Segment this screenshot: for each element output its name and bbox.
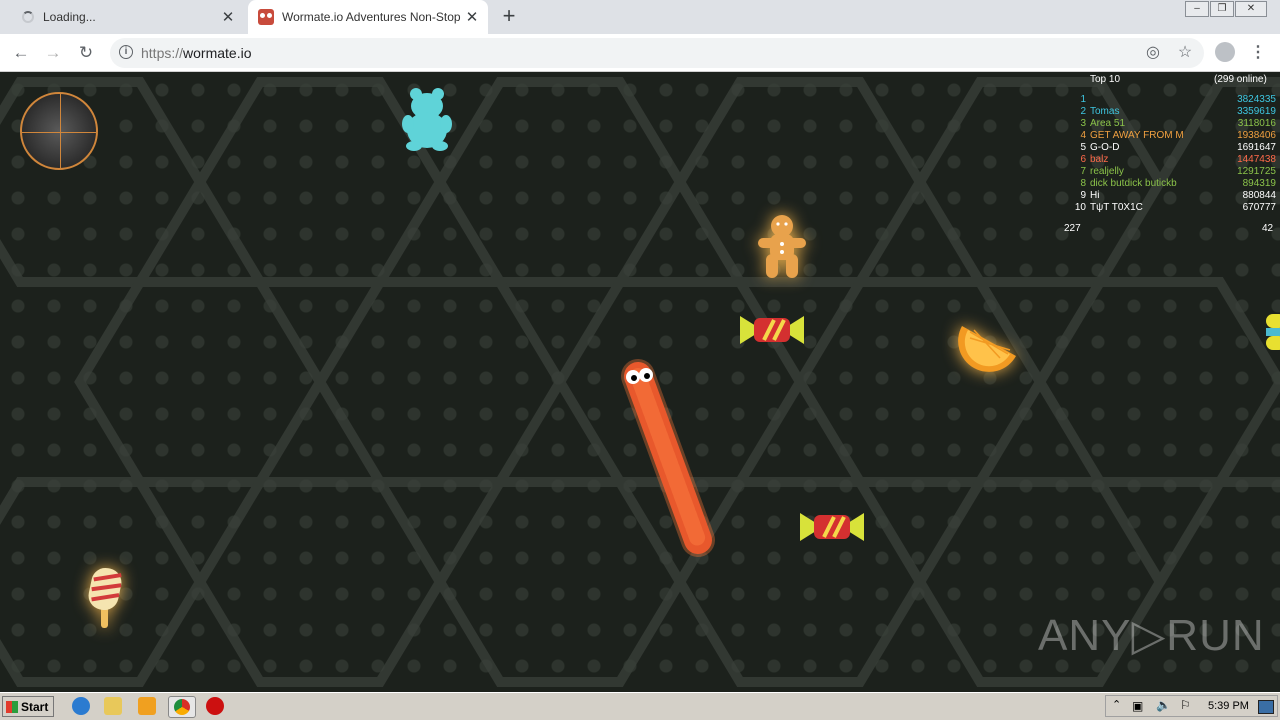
new-tab-button[interactable]: + [498, 5, 520, 27]
show-desktop-icon[interactable] [1258, 700, 1274, 714]
leaderboard-rank: 1 [1080, 94, 1086, 105]
tab-close-icon[interactable]: ✕ [462, 8, 482, 26]
leaderboard-score: 1291725 [1237, 166, 1276, 177]
chrome-icon [174, 699, 190, 715]
leaderboard-score: 670777 [1242, 202, 1276, 213]
leaderboard-name: G-O-D [1090, 142, 1120, 153]
tab-strip: Loading... ✕ Wormate.io Adventures Non-S… [0, 0, 1280, 34]
volume-icon[interactable]: 🔈 [1156, 698, 1171, 712]
windows-logo-icon [6, 701, 18, 713]
url-text[interactable]: https://wormate.io [141, 45, 252, 61]
system-tray: ⌃ ▣ 🔈 ⚐ [1105, 695, 1278, 717]
leaderboard-name: balz [1090, 154, 1109, 165]
address-bar[interactable]: i https://wormate.io ◎ ☆ [110, 38, 1204, 68]
leaderboard-rank: 2 [1080, 106, 1086, 117]
location-icon[interactable]: ◎ [1143, 43, 1163, 63]
action-center-flag-icon[interactable]: ⚐ [1180, 698, 1191, 712]
player-worm [621, 359, 715, 557]
leaderboard-name: TψT T0X1C [1090, 202, 1143, 213]
tab-title: Wormate.io Adventures Non-Stop [282, 10, 461, 24]
wormate-favicon-icon [258, 9, 274, 25]
profile-avatar-icon[interactable] [1215, 42, 1235, 62]
file-explorer-icon[interactable] [104, 697, 122, 715]
leaderboard-row: 10 TψT T0X1C 670777 [1070, 202, 1278, 214]
wrapped-candy-food-icon [800, 513, 864, 541]
network-icon[interactable]: ▣ [1132, 699, 1143, 713]
leaderboard-score: 1938406 [1237, 130, 1276, 141]
leaderboard-row: 8 dick butdick butickb 894319 [1070, 178, 1278, 190]
leaderboard-score: 3824335 [1237, 94, 1276, 105]
leaderboard-rank: 10 [1074, 202, 1086, 213]
reload-button[interactable]: ↻ [75, 42, 97, 64]
loading-spinner-icon [22, 11, 34, 23]
leaderboard-row: 4 GET AWAY FROM M 1938406 [1070, 130, 1278, 142]
leaderboard-row: 5 G-O-D 1691647 [1070, 142, 1278, 154]
leaderboard-rank: 3 [1080, 118, 1086, 129]
media-player-icon[interactable] [138, 697, 156, 715]
leaderboard-score: 3118016 [1237, 118, 1276, 129]
leaderboard-row: 7 realjelly 1291725 [1070, 166, 1278, 178]
restore-button[interactable]: ❐ [1210, 1, 1234, 17]
leaderboard-rank: 5 [1080, 142, 1086, 153]
leaderboard-name: Tomas [1090, 106, 1120, 117]
tab-wormate[interactable]: Wormate.io Adventures Non-Stop ✕ [248, 0, 488, 34]
minimize-button[interactable]: – [1185, 1, 1209, 17]
online-count: (299 online) [1214, 74, 1267, 85]
leaderboard-row: 2 Tomas 3359619 [1070, 106, 1278, 118]
tab-close-icon[interactable]: ✕ [218, 8, 238, 26]
windows-taskbar: Start ⌃ ▣ 🔈 ⚐ 5:39 PM [0, 692, 1280, 720]
leaderboard-rank: 4 [1080, 130, 1086, 141]
internet-explorer-icon[interactable] [72, 697, 90, 715]
leaderboard-row: 9 Hi 880844 [1070, 190, 1278, 202]
stop-icon[interactable] [206, 697, 224, 715]
player-rank: 227 [1064, 223, 1081, 234]
tab-loading[interactable]: Loading... ✕ [8, 0, 244, 34]
orange-slice-food-icon [958, 326, 1016, 372]
popsicle-food-icon [88, 567, 122, 628]
clock: 5:39 PM [1208, 700, 1249, 712]
menu-kebab-icon[interactable]: ⋮ [1250, 42, 1266, 64]
tab-title: Loading... [43, 10, 96, 24]
leaderboard-rank: 6 [1080, 154, 1086, 165]
player-score: 42 [1262, 223, 1274, 234]
leaderboard-name: Hi [1090, 190, 1100, 201]
leaderboard-score: 1447438 [1237, 154, 1276, 165]
leaderboard-rank: 8 [1080, 178, 1086, 189]
back-button[interactable]: ← [10, 42, 32, 64]
forward-button[interactable]: → [42, 42, 64, 64]
browser-toolbar: ← → ↻ i https://wormate.io ◎ ☆ ⋮ [0, 34, 1280, 72]
leaderboard-name: Area 51 [1090, 118, 1126, 129]
macaron-food-icon [1266, 314, 1280, 350]
leaderboard-name: GET AWAY FROM M [1090, 130, 1184, 141]
leaderboard-row: 1 3824335 [1070, 94, 1278, 106]
leaderboard-rank: 7 [1080, 166, 1086, 177]
leaderboard-score: 894319 [1242, 178, 1276, 189]
leaderboard-name: realjelly [1090, 166, 1124, 177]
chrome-taskbar-button[interactable] [168, 696, 196, 718]
anyrun-watermark: ANY▷RUN [1038, 611, 1265, 660]
gingerbread-food-icon [758, 215, 806, 278]
minimap [20, 92, 98, 170]
game-canvas[interactable]: Top 10 (299 online) 1 3824335 2 Tomas 335961… [0, 72, 1280, 692]
gummy-bear-food-icon [402, 88, 452, 151]
info-icon[interactable]: i [119, 45, 133, 59]
bookmark-star-icon[interactable]: ☆ [1175, 43, 1195, 63]
leaderboard-score: 1691647 [1237, 142, 1276, 153]
leaderboard-rank: 9 [1080, 190, 1086, 201]
start-button[interactable]: Start [2, 696, 54, 717]
leaderboard-row: 3 Area 51 3118016 [1070, 118, 1278, 130]
tray-expand-icon[interactable]: ⌃ [1112, 698, 1121, 711]
leaderboard-name: dick butdick butickb [1090, 178, 1177, 189]
close-window-button[interactable]: ✕ [1235, 1, 1267, 17]
leaderboard-row: 6 balz 1447438 [1070, 154, 1278, 166]
leaderboard-score: 880844 [1242, 190, 1276, 201]
leaderboard-score: 3359619 [1237, 106, 1276, 117]
leaderboard-title: Top 10 [1090, 74, 1121, 85]
wrapped-candy-food-icon [740, 316, 804, 344]
